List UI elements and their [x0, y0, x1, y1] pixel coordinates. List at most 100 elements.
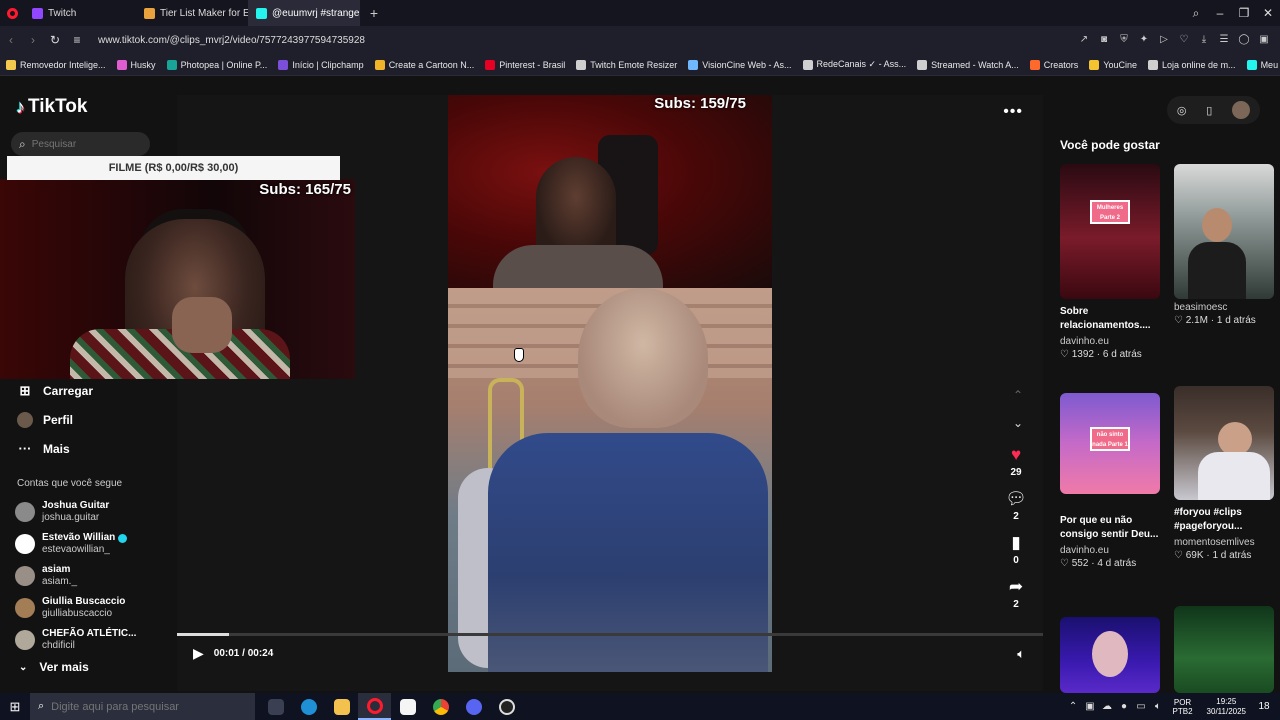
- chevron-up-icon[interactable]: ⌃: [1067, 701, 1080, 712]
- sidebar-icon[interactable]: ▣: [1258, 34, 1270, 46]
- bookmark-item[interactable]: RedeCanais ✓ - Ass...: [802, 59, 906, 70]
- search-icon[interactable]: ⌕: [19, 137, 26, 152]
- edge-icon[interactable]: [292, 693, 325, 720]
- heart-icon[interactable]: ♡: [1178, 34, 1190, 46]
- menu-item-profile[interactable]: Perfil: [17, 405, 93, 434]
- restore-icon[interactable]: ❐: [1232, 6, 1256, 20]
- following-account[interactable]: CHEFÃO ATLÉTIC... chdificil: [15, 624, 136, 656]
- volume-icon[interactable]: 🔈︎: [1017, 646, 1025, 662]
- player-icon[interactable]: ▷: [1158, 34, 1170, 46]
- bookmark-item[interactable]: Pinterest - Brasil: [485, 59, 565, 70]
- progress-bar[interactable]: [177, 633, 1043, 636]
- profile-icon[interactable]: ◯: [1238, 34, 1250, 46]
- search-tabs-icon[interactable]: ⌕: [1184, 6, 1208, 21]
- obs-icon[interactable]: [490, 693, 523, 720]
- reco-title: Por que eu não consigo sentir Deu...: [1060, 515, 1159, 540]
- reco-thumbnail: [1174, 164, 1274, 299]
- security-icon[interactable]: ≡: [66, 33, 88, 47]
- tab-tiktok-active[interactable]: @euumvrj #strangert: [248, 0, 360, 26]
- reco-card[interactable]: não sinto nada Parte 1 Por que eu não co…: [1060, 393, 1160, 569]
- recommendations-title: Você pode gostar: [1060, 138, 1160, 152]
- user-avatar[interactable]: [1232, 101, 1251, 119]
- bookmark-item[interactable]: VisionCine Web - As...: [688, 59, 792, 70]
- menu-icon[interactable]: ☰: [1218, 34, 1230, 46]
- speaker-icon[interactable]: 🔈︎: [1152, 701, 1165, 712]
- more-options-icon[interactable]: •••: [1003, 103, 1023, 121]
- previous-video-icon[interactable]: ⌃: [1013, 388, 1023, 402]
- bookmark-item[interactable]: Streamed - Watch A...: [917, 59, 1019, 70]
- reload-icon[interactable]: ↻: [44, 33, 66, 47]
- coins-icon[interactable]: ◎: [1177, 104, 1187, 117]
- file-explorer-icon[interactable]: [325, 693, 358, 720]
- save-button[interactable]: ▮ 0: [1005, 533, 1027, 577]
- camera-icon[interactable]: ◙: [1098, 34, 1110, 46]
- bookmark-item[interactable]: Twitch Emote Resizer: [576, 59, 677, 70]
- menu-item-more[interactable]: ··· Mais: [17, 434, 93, 463]
- next-video-icon[interactable]: ⌄: [1013, 416, 1023, 430]
- reco-author[interactable]: davinho.eu: [1060, 545, 1160, 556]
- following-account[interactable]: Giullia Buscaccio giulliabuscaccio: [15, 592, 136, 624]
- tab-tier-list[interactable]: Tier List Maker for Everyth: [136, 0, 248, 26]
- device-icon[interactable]: ▯: [1206, 104, 1212, 117]
- comment-button[interactable]: 💬︎ 2: [1005, 489, 1027, 533]
- reco-card[interactable]: [1060, 617, 1160, 693]
- tiktok-logo[interactable]: ♪ TikTok: [16, 96, 87, 118]
- taskbar-search-input[interactable]: [51, 700, 202, 713]
- reco-card[interactable]: Mulheres Parte 2 Sobre relacionamentos..…: [1060, 164, 1160, 360]
- language-indicator[interactable]: POR PTB2: [1173, 698, 1193, 716]
- tab-twitch[interactable]: Twitch: [24, 0, 136, 26]
- menu-item-upload[interactable]: ⊞ Carregar: [17, 376, 93, 405]
- tab-label: @euumvrj #strangert: [272, 7, 360, 19]
- search-input[interactable]: [31, 138, 132, 150]
- twitch-icon: [32, 7, 43, 19]
- app-tray-icon[interactable]: ▣: [1084, 701, 1097, 712]
- url-field[interactable]: www.tiktok.com/@clips_mvrj2/video/757724…: [98, 35, 1078, 46]
- cloud-icon[interactable]: ☁: [1101, 701, 1114, 712]
- mouse-cursor: [514, 348, 524, 362]
- windows-start-icon[interactable]: ⊞: [0, 699, 30, 715]
- play-icon[interactable]: ▶: [193, 645, 204, 662]
- like-button[interactable]: ♥ 29: [1005, 445, 1027, 489]
- share-button[interactable]: ➦ 2: [1005, 577, 1027, 621]
- following-account[interactable]: Joshua Guitar joshua.guitar: [15, 496, 136, 528]
- following-account[interactable]: Estevão Willian estevaowillian_: [15, 528, 136, 560]
- reco-card[interactable]: #foryou #clips #pageforyou... momentosem…: [1174, 386, 1274, 561]
- close-icon[interactable]: ✕: [1256, 6, 1280, 20]
- opera-taskbar-icon[interactable]: [358, 693, 391, 720]
- account-handle: joshua.guitar: [42, 512, 100, 523]
- bookmark-item[interactable]: Create a Cartoon N...: [374, 59, 474, 70]
- bookmark-item[interactable]: Loja online de m...: [1148, 59, 1236, 70]
- minimize-icon[interactable]: –: [1208, 6, 1232, 20]
- reco-author[interactable]: davinho.eu: [1060, 336, 1160, 347]
- bookmark-item[interactable]: Creators: [1029, 59, 1078, 70]
- discord-icon[interactable]: [457, 693, 490, 720]
- download-icon[interactable]: ⤓: [1198, 34, 1210, 46]
- following-account[interactable]: asiam asiam._: [15, 560, 136, 592]
- shield-icon[interactable]: ⛨: [1118, 34, 1130, 46]
- new-tab-button[interactable]: +: [364, 3, 384, 23]
- clock[interactable]: 19:25 30/11/2025: [1207, 697, 1246, 717]
- bookmark-item[interactable]: Photopea | Online P...: [166, 59, 267, 70]
- bookmark-item[interactable]: Husky: [116, 59, 156, 70]
- opera-logo-icon[interactable]: [0, 0, 24, 26]
- bookmark-item[interactable]: YouCine: [1089, 59, 1137, 70]
- bookmark-item[interactable]: Meu sonho de infân...: [1246, 59, 1280, 70]
- chrome-icon[interactable]: [424, 693, 457, 720]
- reco-card[interactable]: [1174, 606, 1274, 693]
- network-icon[interactable]: ▭: [1135, 701, 1148, 712]
- task-view-icon[interactable]: [259, 693, 292, 720]
- share-icon[interactable]: ↗: [1078, 34, 1090, 46]
- bookmark-item[interactable]: Início | Clipchamp: [278, 59, 364, 70]
- reco-author[interactable]: momentosemlives: [1174, 537, 1274, 548]
- reco-card[interactable]: beasimoesc ♡ 2.1M · 1 d atrás: [1174, 164, 1274, 326]
- extensions-icon[interactable]: ✦: [1138, 34, 1150, 46]
- search-icon[interactable]: ⌕: [38, 700, 44, 713]
- back-icon[interactable]: ‹: [0, 33, 22, 47]
- microphone-icon[interactable]: ●: [1118, 701, 1131, 712]
- forward-icon[interactable]: ›: [22, 33, 44, 47]
- capcut-icon[interactable]: [391, 693, 424, 720]
- see-more-button[interactable]: ⌄ Ver mais: [19, 660, 89, 674]
- bookmark-item[interactable]: Removedor Intelige...: [6, 59, 106, 70]
- notifications-icon[interactable]: 18: [1256, 701, 1272, 712]
- reco-author[interactable]: beasimoesc: [1174, 302, 1274, 313]
